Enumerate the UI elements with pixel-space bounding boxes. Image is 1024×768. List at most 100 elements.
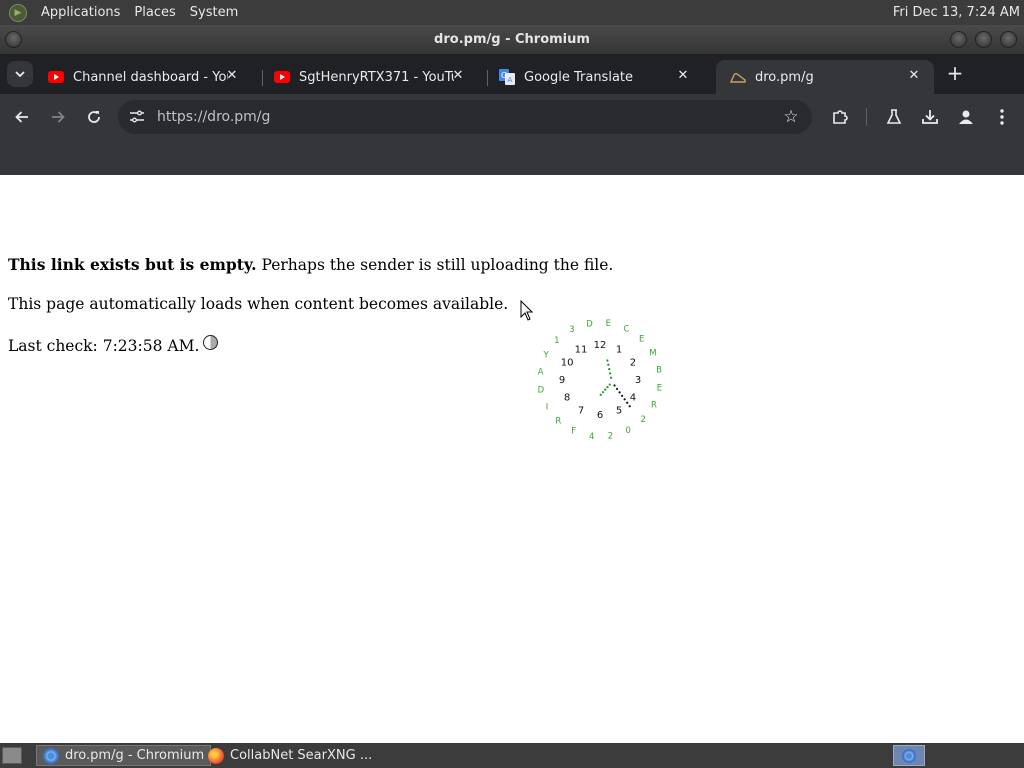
back-button[interactable] (9, 104, 35, 130)
clock-date-char: 2 (640, 415, 645, 425)
workspace-switcher[interactable] (893, 745, 925, 766)
tab-channel-dashboard[interactable]: Channel dashboard - YouTube ✕ (34, 60, 252, 94)
clock-date-char: F (571, 427, 576, 437)
bottom-taskbar: dro.pm/g - Chromium CollabNet SearXNG ..… (0, 743, 1024, 768)
back-arrow-icon (15, 111, 28, 123)
clock-hour-label: 5 (616, 405, 622, 416)
tab-sgthenry[interactable]: SgtHenryRTX371 - YouTube ✕ (260, 60, 478, 94)
last-check-text: Last check: 7:23:58 AM. (8, 337, 200, 355)
tab-dro-pm[interactable]: dro.pm/g ✕ (716, 60, 934, 94)
places-menu[interactable]: Places (127, 0, 182, 25)
clock-minute-hand (613, 384, 616, 387)
window-title: dro.pm/g - Chromium (434, 32, 590, 47)
labs-button[interactable] (881, 104, 907, 130)
new-tab-button[interactable]: + (944, 63, 966, 85)
task-firefox[interactable]: CollabNet SearXNG ... (202, 745, 378, 766)
chevron-down-icon (15, 71, 25, 77)
panel-clock[interactable]: Fri Dec 13, 7:24 AM (893, 5, 1020, 20)
reload-button[interactable] (81, 104, 107, 130)
loading-pie-icon (203, 335, 219, 350)
tab-close-icon[interactable]: ✕ (224, 68, 240, 84)
clock-hour-label: 12 (594, 340, 607, 351)
system-top-panel: ▶ Applications Places System Fri Dec 13,… (0, 0, 1024, 25)
clock-date-char: Y (542, 351, 549, 361)
clock-date-char: A (538, 368, 544, 378)
clock-date-char: 1 (554, 336, 559, 346)
clock-date-char: B (656, 366, 662, 376)
tab-close-icon[interactable]: ✕ (675, 68, 691, 84)
browser-menu-button[interactable] (989, 104, 1015, 130)
clock-minute-hand (628, 405, 631, 408)
auto-reload-message: This page automatically loads when conte… (8, 295, 509, 313)
clock-date-char: E (639, 334, 644, 344)
system-menu[interactable]: System (183, 0, 245, 25)
show-desktop-button[interactable] (2, 747, 22, 764)
google-translate-icon: GA (499, 69, 515, 85)
tab-title: SgtHenryRTX371 - YouTube (299, 69, 454, 85)
extensions-button[interactable] (827, 104, 853, 130)
clock-minute-hand (623, 398, 626, 401)
distro-logo-icon[interactable]: ▶ (9, 3, 27, 22)
clock-date-char: E (606, 319, 611, 329)
puzzle-icon (833, 110, 848, 124)
tab-title: Channel dashboard - YouTube (73, 69, 228, 85)
toolbar-separator (866, 108, 867, 126)
profile-button[interactable] (953, 104, 979, 130)
download-icon (922, 110, 938, 124)
last-check-line: Last check: 7:23:58 AM. (8, 335, 219, 355)
clock-minute-hand (618, 391, 621, 394)
svg-text:G: G (501, 71, 507, 80)
url-text[interactable]: https://dro.pm/g (157, 100, 270, 134)
clock-date-char: D (586, 319, 593, 329)
forward-button[interactable] (45, 104, 71, 130)
status-message: This link exists but is empty. Perhaps t… (8, 255, 613, 274)
status-message-bold: This link exists but is empty. (8, 255, 257, 274)
clock-hour-hand (608, 383, 611, 386)
kebab-menu-icon (1000, 109, 1004, 125)
window-menu-button[interactable] (5, 31, 22, 48)
flask-icon (886, 109, 902, 124)
bookmark-star-icon[interactable]: ☆ (782, 108, 800, 126)
close-window-button[interactable] (1000, 31, 1017, 48)
tab-search-button[interactable] (7, 61, 33, 87)
site-info-icon[interactable] (128, 108, 146, 126)
clock-hour-label: 7 (578, 405, 584, 416)
tab-close-icon[interactable]: ✕ (450, 68, 466, 84)
clock-date-char: 4 (589, 432, 594, 442)
window-titlebar[interactable]: dro.pm/g - Chromium (0, 25, 1024, 54)
youtube-icon (274, 69, 290, 85)
clock-second-hand (608, 367, 611, 371)
reload-icon (88, 111, 100, 123)
status-message-rest: Perhaps the sender is still uploading th… (256, 256, 614, 274)
address-bar[interactable]: https://dro.pm/g ☆ (118, 100, 812, 134)
applications-menu[interactable]: Applications (34, 0, 127, 25)
clock-date-char: 3 (569, 325, 574, 335)
browser-toolbar: https://dro.pm/g ☆ (0, 94, 1024, 140)
clock-second-hand (607, 363, 610, 366)
tab-title: Google Translate (524, 69, 634, 85)
clock-date-char: D (538, 385, 545, 395)
tab-title: dro.pm/g (755, 69, 814, 85)
clock-hour-hand (604, 388, 607, 391)
svg-text:A: A (508, 76, 513, 84)
tab-close-icon[interactable]: ✕ (906, 68, 922, 84)
clock-second-hand (609, 372, 612, 375)
mouse-cursor-icon (520, 300, 534, 321)
chromium-icon (43, 747, 59, 764)
tab-google-translate[interactable]: GA Google Translate ✕ (485, 60, 703, 94)
clock-hour-label: 9 (559, 375, 565, 386)
maximize-button[interactable] (975, 31, 992, 48)
profile-icon (959, 110, 973, 124)
clock-minute-hand (626, 401, 629, 404)
text-clock-widget: 12 1234567891011D ECEMBER2024FRIDAY13 (538, 319, 663, 442)
minimize-button[interactable] (950, 31, 967, 48)
tab-strip: Channel dashboard - YouTube ✕ SgtHenryRT… (0, 54, 1024, 94)
task-chromium[interactable]: dro.pm/g - Chromium (36, 745, 212, 766)
clock-date-char: R (555, 417, 561, 427)
clock-date-char: M (649, 349, 656, 359)
bookmarks-bar (0, 140, 1024, 175)
downloads-button[interactable] (917, 104, 943, 130)
clock-hour-label: 2 (630, 358, 636, 369)
clock-hour-hand (606, 385, 609, 389)
web-page-content: This link exists but is empty. Perhaps t… (0, 175, 1024, 743)
